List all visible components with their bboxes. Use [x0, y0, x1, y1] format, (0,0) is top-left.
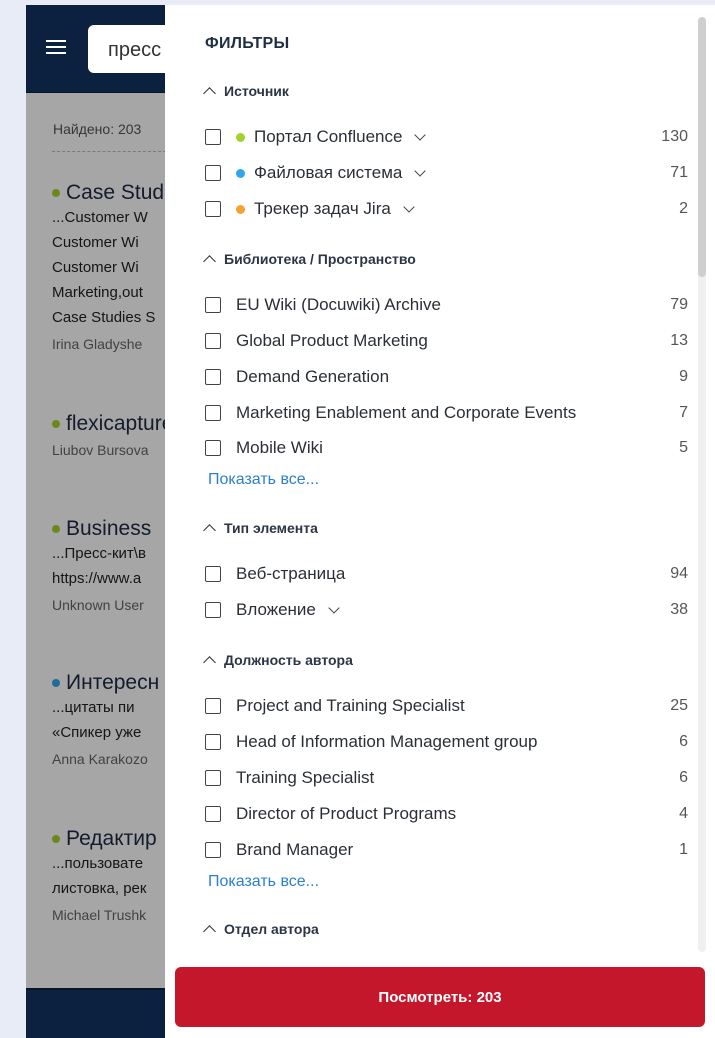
option-label: Трекер задач Jira — [254, 199, 391, 218]
filter-option[interactable]: Training Specialist 6 — [205, 767, 688, 789]
filters-panel: ФИЛЬТРЫ Источник Портал Confluence 130 Ф… — [165, 5, 715, 1038]
checkbox[interactable] — [205, 842, 221, 858]
option-count: 79 — [670, 296, 688, 313]
filter-option[interactable]: EU Wiki (Docuwiki) Archive 79 — [205, 294, 688, 316]
option-count: 130 — [661, 128, 688, 145]
chevron-down-icon[interactable] — [414, 128, 427, 141]
filter-option[interactable]: Brand Manager 1 — [205, 839, 688, 861]
section-author-position-toggle[interactable]: Должность автора — [203, 652, 353, 669]
chevron-up-icon — [203, 925, 216, 938]
filter-option[interactable]: Веб-страница 94 — [205, 563, 688, 585]
filter-option[interactable]: Mobile Wiki 5 — [205, 437, 688, 459]
section-title: Источник — [224, 83, 289, 99]
checkbox[interactable] — [205, 602, 221, 618]
checkbox[interactable] — [205, 770, 221, 786]
checkbox[interactable] — [205, 369, 221, 385]
option-label: Demand Generation — [236, 367, 390, 386]
option-label: Project and Training Specialist — [236, 696, 465, 715]
option-label: Global Product Marketing — [236, 331, 428, 350]
option-label: Training Specialist — [236, 768, 375, 787]
checkbox[interactable] — [205, 405, 221, 421]
filter-option[interactable]: Director of Product Programs 4 — [205, 803, 688, 825]
filter-option-filesystem[interactable]: Файловая система 71 — [205, 162, 688, 184]
filter-option[interactable]: Project and Training Specialist 25 — [205, 695, 688, 717]
chevron-down-icon[interactable] — [414, 164, 427, 177]
checkbox[interactable] — [205, 201, 221, 217]
section-item-type-toggle[interactable]: Тип элемента — [203, 520, 318, 537]
option-count: 6 — [679, 733, 688, 750]
option-count: 94 — [670, 565, 688, 582]
checkbox[interactable] — [205, 440, 221, 456]
option-label: Director of Product Programs — [236, 804, 457, 823]
option-count: 4 — [679, 805, 688, 822]
section-source-toggle[interactable]: Источник — [203, 83, 289, 100]
option-count: 2 — [679, 200, 688, 217]
filter-option-confluence[interactable]: Портал Confluence 130 — [205, 126, 688, 148]
chevron-up-icon — [203, 524, 216, 537]
filter-option[interactable]: Вложение 38 — [205, 599, 688, 621]
show-all-link[interactable]: Показать все... — [208, 873, 319, 891]
option-count: 38 — [670, 601, 688, 618]
filter-option[interactable]: Global Product Marketing 13 — [205, 330, 688, 352]
section-title: Библиотека / Пространство — [224, 251, 416, 267]
checkbox[interactable] — [205, 698, 221, 714]
option-label: Портал Confluence — [254, 127, 403, 146]
option-count: 13 — [670, 332, 688, 349]
option-count: 7 — [679, 404, 688, 421]
chevron-up-icon — [203, 656, 216, 669]
source-dot-icon — [236, 204, 245, 214]
option-label: EU Wiki (Docuwiki) Archive — [236, 295, 441, 314]
source-dot-icon — [236, 168, 245, 178]
section-title: Отдел автора — [224, 921, 319, 937]
panel-title: ФИЛЬТРЫ — [205, 35, 290, 52]
option-count: 25 — [670, 697, 688, 714]
checkbox[interactable] — [205, 806, 221, 822]
checkbox[interactable] — [205, 165, 221, 181]
section-title: Тип элемента — [224, 520, 318, 536]
scrollbar[interactable] — [698, 17, 706, 952]
scrollbar-thumb[interactable] — [698, 17, 706, 277]
checkbox[interactable] — [205, 297, 221, 313]
option-count: 6 — [679, 769, 688, 786]
filter-option[interactable]: Demand Generation 9 — [205, 366, 688, 388]
apply-filters-button[interactable]: Посмотреть: 203 — [175, 967, 705, 1027]
chevron-down-icon[interactable] — [328, 601, 340, 614]
checkbox[interactable] — [205, 129, 221, 145]
option-label: Вложение — [236, 600, 316, 619]
chevron-down-icon[interactable] — [403, 200, 415, 213]
section-library-toggle[interactable]: Библиотека / Пространство — [203, 251, 416, 268]
chevron-up-icon — [203, 87, 216, 100]
option-label: Marketing Enablement and Corporate Event… — [236, 403, 577, 422]
option-label: Head of Information Management group — [236, 732, 538, 751]
filter-option-jira[interactable]: Трекер задач Jira 2 — [205, 198, 688, 220]
checkbox[interactable] — [205, 566, 221, 582]
option-count: 5 — [679, 439, 688, 456]
option-label: Mobile Wiki — [236, 438, 323, 457]
option-count: 9 — [679, 368, 688, 385]
section-title: Должность автора — [224, 652, 353, 668]
modal-backdrop[interactable] — [26, 92, 166, 990]
section-author-department-toggle[interactable]: Отдел автора — [203, 921, 319, 938]
chevron-up-icon — [203, 255, 216, 268]
option-count: 1 — [679, 841, 688, 858]
hamburger-menu-icon[interactable] — [46, 40, 66, 56]
show-all-link[interactable]: Показать все... — [208, 471, 319, 489]
option-label: Файловая система — [254, 163, 403, 182]
source-dot-icon — [236, 132, 245, 142]
option-label: Brand Manager — [236, 840, 354, 859]
filter-option[interactable]: Head of Information Management group 6 — [205, 731, 688, 753]
filter-option[interactable]: Marketing Enablement and Corporate Event… — [205, 402, 688, 424]
checkbox[interactable] — [205, 734, 221, 750]
checkbox[interactable] — [205, 333, 221, 349]
option-count: 71 — [670, 164, 688, 181]
option-label: Веб-страница — [236, 564, 346, 583]
